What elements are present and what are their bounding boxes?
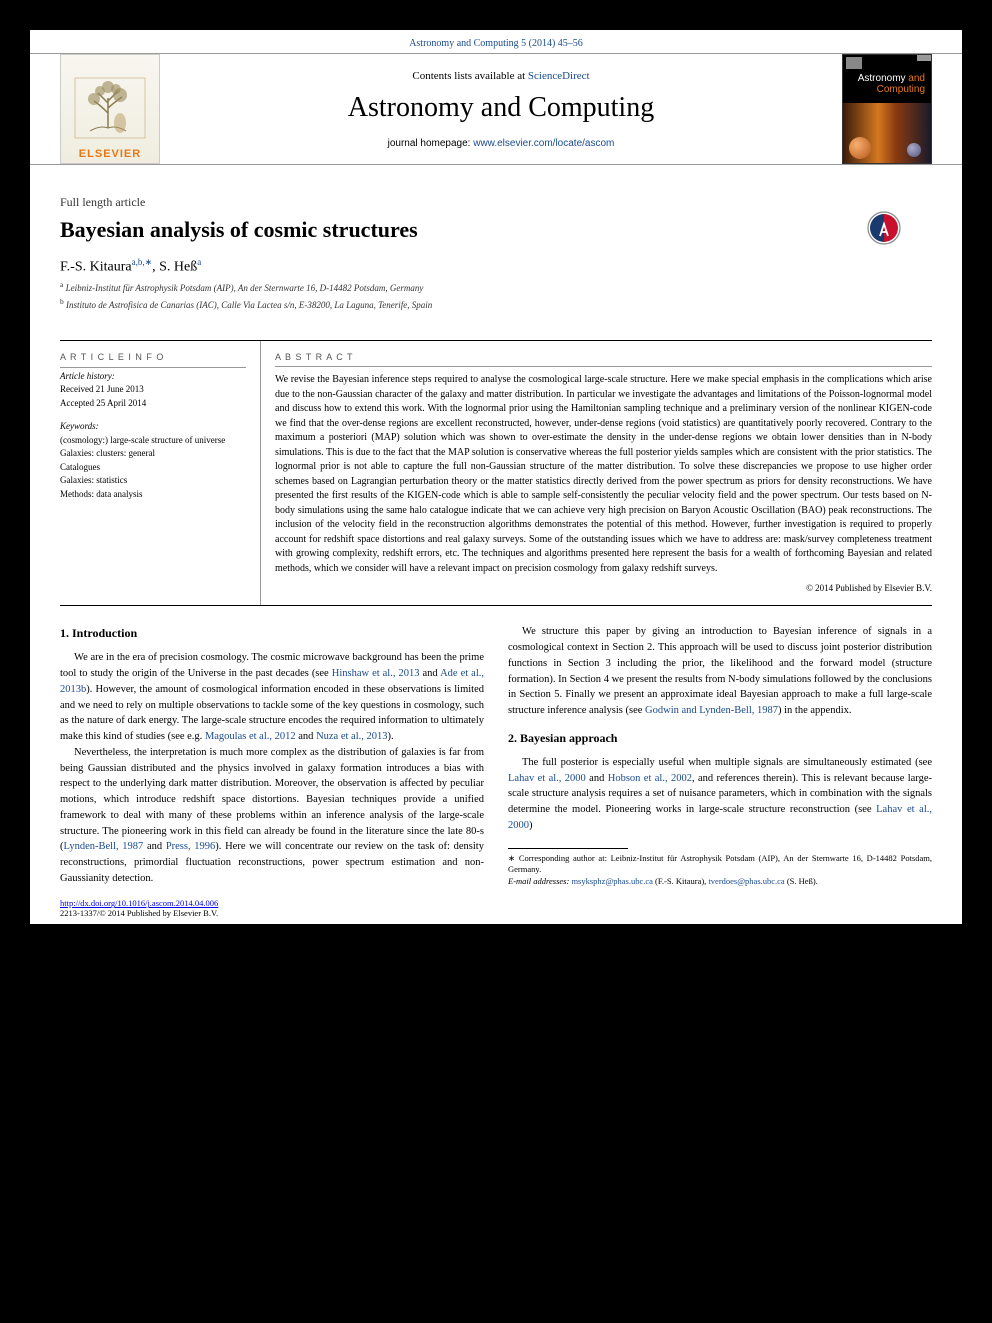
elsevier-tree-icon	[70, 73, 150, 148]
journal-title: Astronomy and Computing	[180, 92, 822, 124]
doi-footer: http://dx.doi.org/10.1016/j.ascom.2014.0…	[30, 898, 962, 924]
article-type: Full length article	[60, 195, 932, 210]
crossmark-icon	[866, 210, 902, 246]
citation-link[interactable]: Nuza et al., 2013	[316, 731, 387, 742]
keywords-heading: Keywords:	[60, 420, 246, 434]
citation-link[interactable]: Press, 1996	[166, 841, 215, 852]
corresponding-author-footnote: ∗ Corresponding author at: Leibniz-Insti…	[508, 853, 932, 877]
author-email-link[interactable]: tverdoes@phas.ubc.ca	[708, 876, 784, 886]
contents-prefix: Contents lists available at	[412, 70, 527, 82]
abstract-heading: A B S T R A C T	[275, 351, 932, 367]
cover-title-text: Astronomy andComputing	[843, 73, 931, 95]
abstract-text: We revise the Bayesian inference steps r…	[275, 373, 932, 576]
elsevier-brand-text: ELSEVIER	[79, 148, 141, 163]
body-paragraph: We are in the era of precision cosmology…	[60, 650, 484, 745]
crossmark-badge[interactable]	[866, 210, 902, 246]
email-footnote: E-mail addresses: msyksphz@phas.ubc.ca (…	[508, 876, 932, 888]
abstract-copyright: © 2014 Published by Elsevier B.V.	[275, 582, 932, 595]
cover-issn-bar	[917, 55, 931, 61]
citation-link[interactable]: Lahav et al., 2000	[508, 773, 586, 784]
rights-line: 2213-1337/© 2014 Published by Elsevier B…	[60, 908, 932, 918]
cover-planet-icon	[907, 143, 921, 157]
section-heading-intro: 1. Introduction	[60, 624, 484, 642]
article-title: Bayesian analysis of cosmic structures	[60, 216, 932, 245]
abstract-block: A B S T R A C T We revise the Bayesian i…	[260, 341, 932, 605]
keywords-list: (cosmology:) large-scale structure of un…	[60, 434, 246, 502]
journal-banner: ELSEVIER Contents lists available at Sci…	[30, 53, 962, 165]
author-email-link[interactable]: msyksphz@phas.ubc.ca	[571, 876, 652, 886]
body-paragraph: We structure this paper by giving an int…	[508, 624, 932, 719]
journal-cover-thumbnail[interactable]: Astronomy andComputing	[842, 54, 932, 164]
article-info-heading: A R T I C L E I N F O	[60, 351, 246, 368]
citation-link[interactable]: Magoulas et al., 2012	[205, 731, 296, 742]
affiliations: a Leibniz-Institut für Astrophysik Potsd…	[60, 279, 932, 312]
sciencedirect-link[interactable]: ScienceDirect	[528, 70, 590, 82]
journal-homepage-link[interactable]: www.elsevier.com/locate/ascom	[473, 138, 614, 149]
contents-available-line: Contents lists available at ScienceDirec…	[180, 70, 822, 82]
citation-link[interactable]: Hinshaw et al., 2013	[332, 668, 420, 679]
homepage-prefix: journal homepage:	[388, 138, 474, 149]
body-paragraph: The full posterior is especially useful …	[508, 755, 932, 834]
cover-artwork	[843, 103, 931, 163]
cover-publisher-icon	[846, 57, 862, 69]
citation-link[interactable]: Hobson et al., 2002	[608, 773, 692, 784]
article-history: Article history: Received 21 June 2013 A…	[60, 370, 246, 411]
article-info-sidebar: A R T I C L E I N F O Article history: R…	[60, 341, 260, 605]
citation-link[interactable]: Godwin and Lynden-Bell, 1987	[645, 705, 778, 716]
doi-link[interactable]: http://dx.doi.org/10.1016/j.ascom.2014.0…	[60, 898, 218, 908]
header-citation: Astronomy and Computing 5 (2014) 45–56	[30, 30, 962, 53]
citation-link[interactable]: Lynden-Bell, 1987	[64, 841, 144, 852]
section-heading-bayesian: 2. Bayesian approach	[508, 729, 932, 747]
elsevier-logo[interactable]: ELSEVIER	[60, 54, 160, 164]
journal-homepage-line: journal homepage: www.elsevier.com/locat…	[180, 138, 822, 149]
footnote-separator	[508, 848, 628, 849]
body-paragraph: Nevertheless, the interpretation is much…	[60, 745, 484, 887]
cover-planet-icon	[849, 137, 871, 159]
author-list: F.-S. Kitauraa,b,∗, S. Heßa	[60, 257, 932, 276]
article-body: 1. Introduction We are in the era of pre…	[30, 606, 962, 898]
